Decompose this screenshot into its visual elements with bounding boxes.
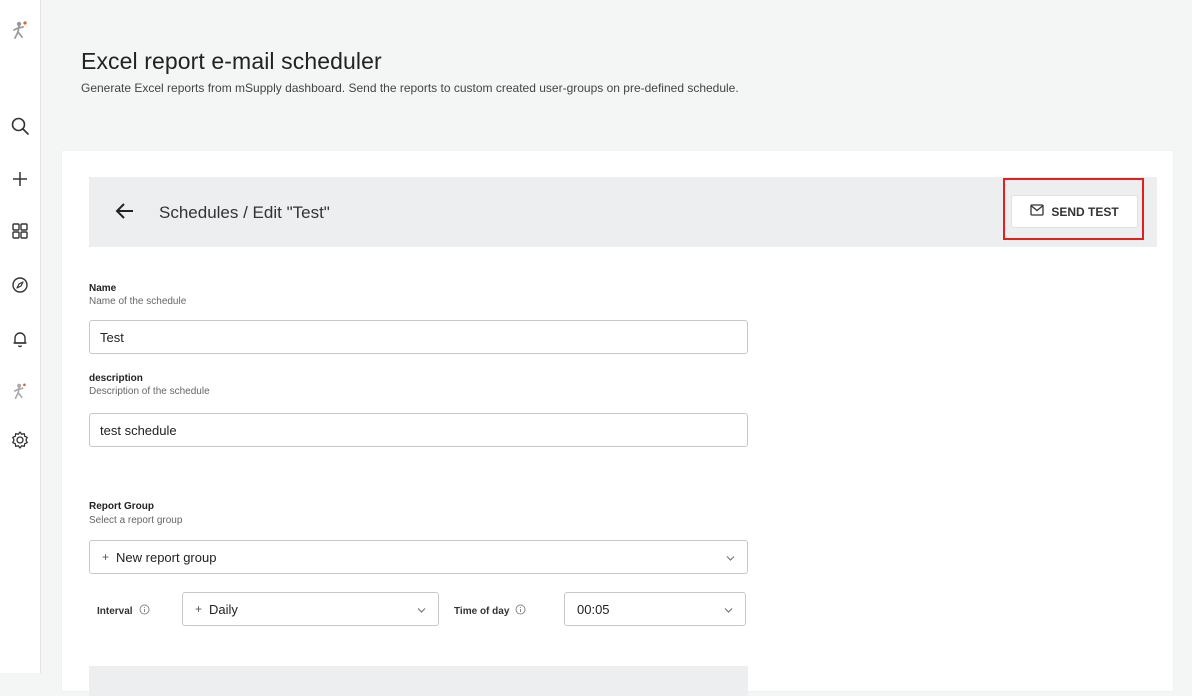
time-of-day-label-text: Time of day — [454, 605, 510, 617]
page-title: Excel report e-mail scheduler — [81, 48, 382, 74]
sidebar — [0, 0, 41, 673]
interval-label: Interval — [97, 604, 150, 618]
info-icon — [515, 604, 526, 618]
name-input[interactable] — [89, 320, 748, 354]
report-group-value: New report group — [116, 549, 217, 565]
next-section-header — [89, 666, 748, 696]
dashboards-icon[interactable] — [0, 218, 40, 244]
page-subtitle: Generate Excel reports from mSupply dash… — [81, 81, 739, 95]
chevron-down-icon — [726, 550, 735, 565]
description-help: Description of the schedule — [89, 386, 210, 397]
schedule-edit-card: Schedules / Edit "Test" SEND TEST Name N… — [62, 151, 1173, 696]
chevron-down-icon — [724, 602, 733, 617]
interval-value: Daily — [209, 601, 238, 617]
mail-icon — [1030, 204, 1044, 219]
alerts-icon[interactable] — [0, 326, 40, 352]
logo-icon[interactable] — [0, 17, 40, 43]
app-logo-icon[interactable] — [0, 378, 40, 404]
search-icon[interactable] — [0, 113, 40, 139]
back-arrow-icon[interactable] — [115, 202, 135, 225]
settings-icon[interactable] — [0, 427, 40, 453]
edit-toolbar: Schedules / Edit "Test" SEND TEST — [89, 177, 1157, 247]
send-test-label: SEND TEST — [1051, 204, 1119, 219]
report-group-select[interactable]: + New report group — [89, 540, 748, 574]
report-group-help: Select a report group — [89, 515, 183, 526]
interval-label-text: Interval — [97, 605, 133, 617]
add-icon: + — [102, 550, 110, 564]
name-label: Name — [89, 283, 117, 294]
description-label: description — [89, 373, 143, 384]
explore-icon[interactable] — [0, 272, 40, 298]
chevron-down-icon — [417, 602, 426, 617]
breadcrumb: Schedules / Edit "Test" — [159, 203, 330, 222]
name-help: Name of the schedule — [89, 296, 187, 307]
time-of-day-label: Time of day — [454, 604, 526, 618]
plus-icon[interactable] — [0, 166, 40, 192]
add-icon: + — [195, 602, 203, 616]
report-group-label: Report Group — [89, 501, 154, 512]
time-of-day-value: 00:05 — [577, 601, 610, 617]
time-of-day-select[interactable]: 00:05 — [564, 592, 746, 626]
info-icon — [139, 604, 150, 618]
send-test-button[interactable]: SEND TEST — [1011, 195, 1138, 228]
interval-select[interactable]: + Daily — [182, 592, 439, 626]
page-header: Excel report e-mail scheduler Generate E… — [81, 48, 739, 95]
description-input[interactable] — [89, 413, 748, 447]
